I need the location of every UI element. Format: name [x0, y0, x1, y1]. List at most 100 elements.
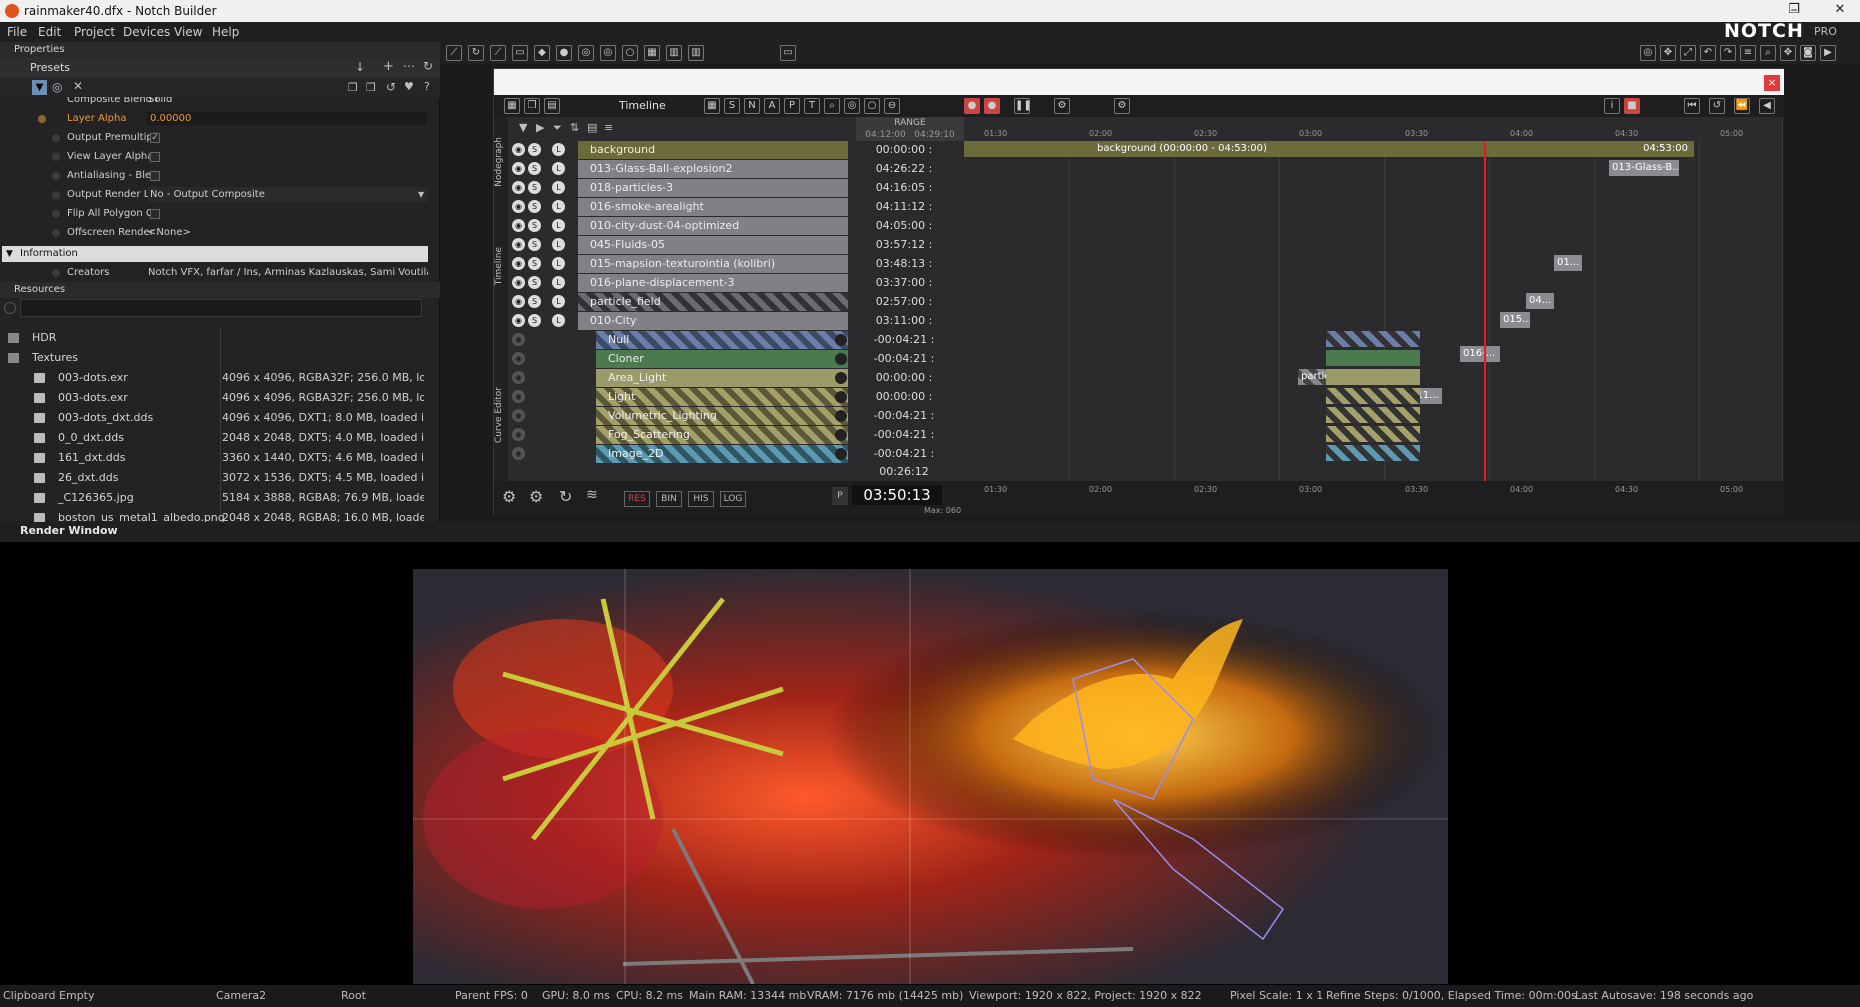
snap-tool-icon[interactable]: ◎: [578, 45, 594, 61]
rewind-icon[interactable]: ⏪: [1734, 98, 1750, 114]
layer-name[interactable]: Fog_Scattering: [596, 426, 848, 444]
solo-icon[interactable]: S: [528, 181, 541, 194]
layer-name[interactable]: Area_Light: [596, 369, 848, 387]
menu-help[interactable]: Help: [212, 25, 239, 39]
settings-gear-icon[interactable]: ⚙: [1054, 98, 1070, 114]
timeline-clip[interactable]: [1326, 426, 1420, 442]
layer-dot-icon[interactable]: [835, 448, 847, 460]
layer-time-range[interactable]: 04:16:05 : 04:26:22: [850, 179, 958, 212]
layer-time-range[interactable]: -00:04:21 : 00:26:12: [850, 407, 958, 440]
layer-name[interactable]: 010-City: [578, 312, 848, 330]
layer-name[interactable]: 016-plane-displacement-3: [578, 274, 848, 292]
resource-group-hdr[interactable]: HDR: [0, 328, 430, 348]
premultiply-checkbox[interactable]: ✓: [150, 133, 160, 143]
bin-button[interactable]: BIN: [656, 491, 682, 507]
timeline-clip[interactable]: 01...: [1554, 255, 1582, 271]
help-icon[interactable]: ?: [424, 80, 430, 93]
curve-tool-icon[interactable]: ⟋: [446, 45, 462, 61]
snap-icon[interactable]: S: [724, 98, 740, 114]
record-all-icon[interactable]: ●: [984, 98, 1000, 114]
group-icon[interactable]: ▤: [587, 121, 597, 134]
layers-icon[interactable]: ▦: [704, 98, 720, 114]
layer-name[interactable]: Cloner: [596, 350, 848, 368]
visibility-icon[interactable]: ◉: [512, 257, 525, 270]
visibility-icon[interactable]: ◉: [512, 143, 525, 156]
play-forward-icon[interactable]: ▶: [536, 121, 544, 134]
timeline-close-button[interactable]: ×: [1764, 75, 1780, 91]
pause-icon[interactable]: ❚❚: [1014, 98, 1032, 114]
layer-dot-icon[interactable]: [835, 410, 847, 422]
layer-name[interactable]: Null: [596, 331, 848, 349]
visibility-icon[interactable]: ◉: [512, 162, 525, 175]
lock-icon[interactable]: L: [552, 295, 565, 308]
skip-start-icon[interactable]: ⏮: [1684, 98, 1700, 114]
layer-name[interactable]: 013-Glass-Ball-explosion2: [578, 160, 848, 178]
timeline-clip[interactable]: [1326, 369, 1420, 385]
grid-tool-icon[interactable]: ▦: [644, 45, 660, 61]
lock-icon[interactable]: L: [552, 143, 565, 156]
list-item[interactable]: 0_0_dxt.dds 2048 x 2048, DXT5; 4.0 MB, lo…: [0, 428, 430, 448]
circle-tool-icon[interactable]: ○: [622, 45, 638, 61]
layer-time-range[interactable]: -00:04:21 : 00:26:12: [850, 350, 958, 383]
solo-icon[interactable]: S: [528, 143, 541, 156]
search-icon[interactable]: [4, 302, 16, 314]
layer-time-range[interactable]: -00:04:21 : 00:26:12: [850, 445, 958, 478]
filter-icon[interactable]: ▼: [32, 80, 47, 95]
flip-polygon-checkbox[interactable]: [150, 209, 160, 219]
gear-icon[interactable]: ⚙: [1114, 98, 1130, 114]
auto-icon[interactable]: A: [764, 98, 780, 114]
download-icon[interactable]: ↓: [355, 60, 365, 74]
solo-icon[interactable]: S: [528, 219, 541, 232]
p-button[interactable]: P: [832, 487, 848, 505]
solo-icon[interactable]: S: [528, 200, 541, 213]
count-tool-icon[interactable]: ▥: [688, 45, 704, 61]
settings-icon[interactable]: ⚙: [502, 487, 516, 506]
move-tool-icon[interactable]: ✥: [1660, 45, 1676, 61]
collapse-icon[interactable]: ▼: [6, 246, 13, 262]
lock-icon[interactable]: L: [552, 200, 565, 213]
layer-name[interactable]: Image_2D: [596, 445, 848, 463]
restore-button[interactable]: ❐: [1774, 2, 1814, 17]
antialiasing-checkbox[interactable]: [150, 171, 160, 181]
layer-name[interactable]: Light: [596, 388, 848, 406]
solo-icon[interactable]: S: [528, 257, 541, 270]
render-scene-image[interactable]: [413, 569, 1448, 984]
visibility-icon[interactable]: ◉: [512, 371, 525, 384]
list-item[interactable]: 003-dots_dxt.dds 4096 x 4096, DXT1; 8.0 M…: [0, 408, 430, 428]
lock-icon[interactable]: L: [552, 219, 565, 232]
nodegraph-icon[interactable]: ▦: [504, 98, 520, 114]
graph-tool-icon[interactable]: ⟋: [490, 45, 506, 61]
layer-alpha-slider[interactable]: [205, 112, 427, 125]
res-button[interactable]: RES: [624, 491, 650, 507]
solo-icon[interactable]: S: [528, 238, 541, 251]
visibility-icon[interactable]: ◉: [512, 181, 525, 194]
menu-tool-icon[interactable]: ≡: [1740, 45, 1756, 61]
menu-devices[interactable]: Devices: [123, 25, 170, 39]
layer-time-range[interactable]: -00:04:21 : 00:26:12: [850, 426, 958, 459]
stop-icon[interactable]: ■: [1624, 98, 1640, 114]
timeline-clip[interactable]: [1326, 445, 1420, 461]
lock-icon[interactable]: L: [552, 257, 565, 270]
layer-name[interactable]: background: [578, 141, 848, 159]
menu-edit[interactable]: Edit: [38, 25, 61, 39]
layer-name[interactable]: particle_field: [578, 293, 848, 311]
list-item[interactable]: boston_us_metal1_albedo.png 2048 x 2048, …: [0, 508, 430, 522]
menu-file[interactable]: File: [7, 25, 27, 39]
list-item[interactable]: 161_dxt.dds 3360 x 1440, DXT5; 4.6 MB, lo…: [0, 448, 430, 468]
list-item[interactable]: 26_dxt.dds 3072 x 1536, DXT5; 4.5 MB, loa…: [0, 468, 430, 488]
chevron-down-icon[interactable]: ▼: [418, 185, 424, 204]
keyframe-icon[interactable]: [38, 115, 46, 123]
trim-icon[interactable]: T: [804, 98, 820, 114]
layer-time-range[interactable]: 03:57:12 : 04:05:14: [850, 236, 958, 269]
key-tool-icon[interactable]: ◆: [534, 45, 550, 61]
ruler-top[interactable]: 01:30 02:00 02:30 03:00 03:30 04:00 04:3…: [964, 117, 1779, 139]
layer-time-range[interactable]: 04:05:00 : 04:12:16: [850, 217, 958, 250]
close-window-button[interactable]: ✕: [1820, 2, 1860, 17]
refresh-timeline-icon[interactable]: ↻: [559, 487, 572, 506]
camera-tool-icon[interactable]: ◙: [1800, 45, 1816, 61]
visibility-icon[interactable]: ◉: [512, 333, 525, 346]
range-box[interactable]: RANGE 04:12:00 04:29:10: [856, 117, 964, 141]
loop-icon[interactable]: ○: [864, 98, 880, 114]
copy-layer-icon[interactable]: ❐: [524, 98, 540, 114]
redo-tool-icon[interactable]: ↷: [1720, 45, 1736, 61]
